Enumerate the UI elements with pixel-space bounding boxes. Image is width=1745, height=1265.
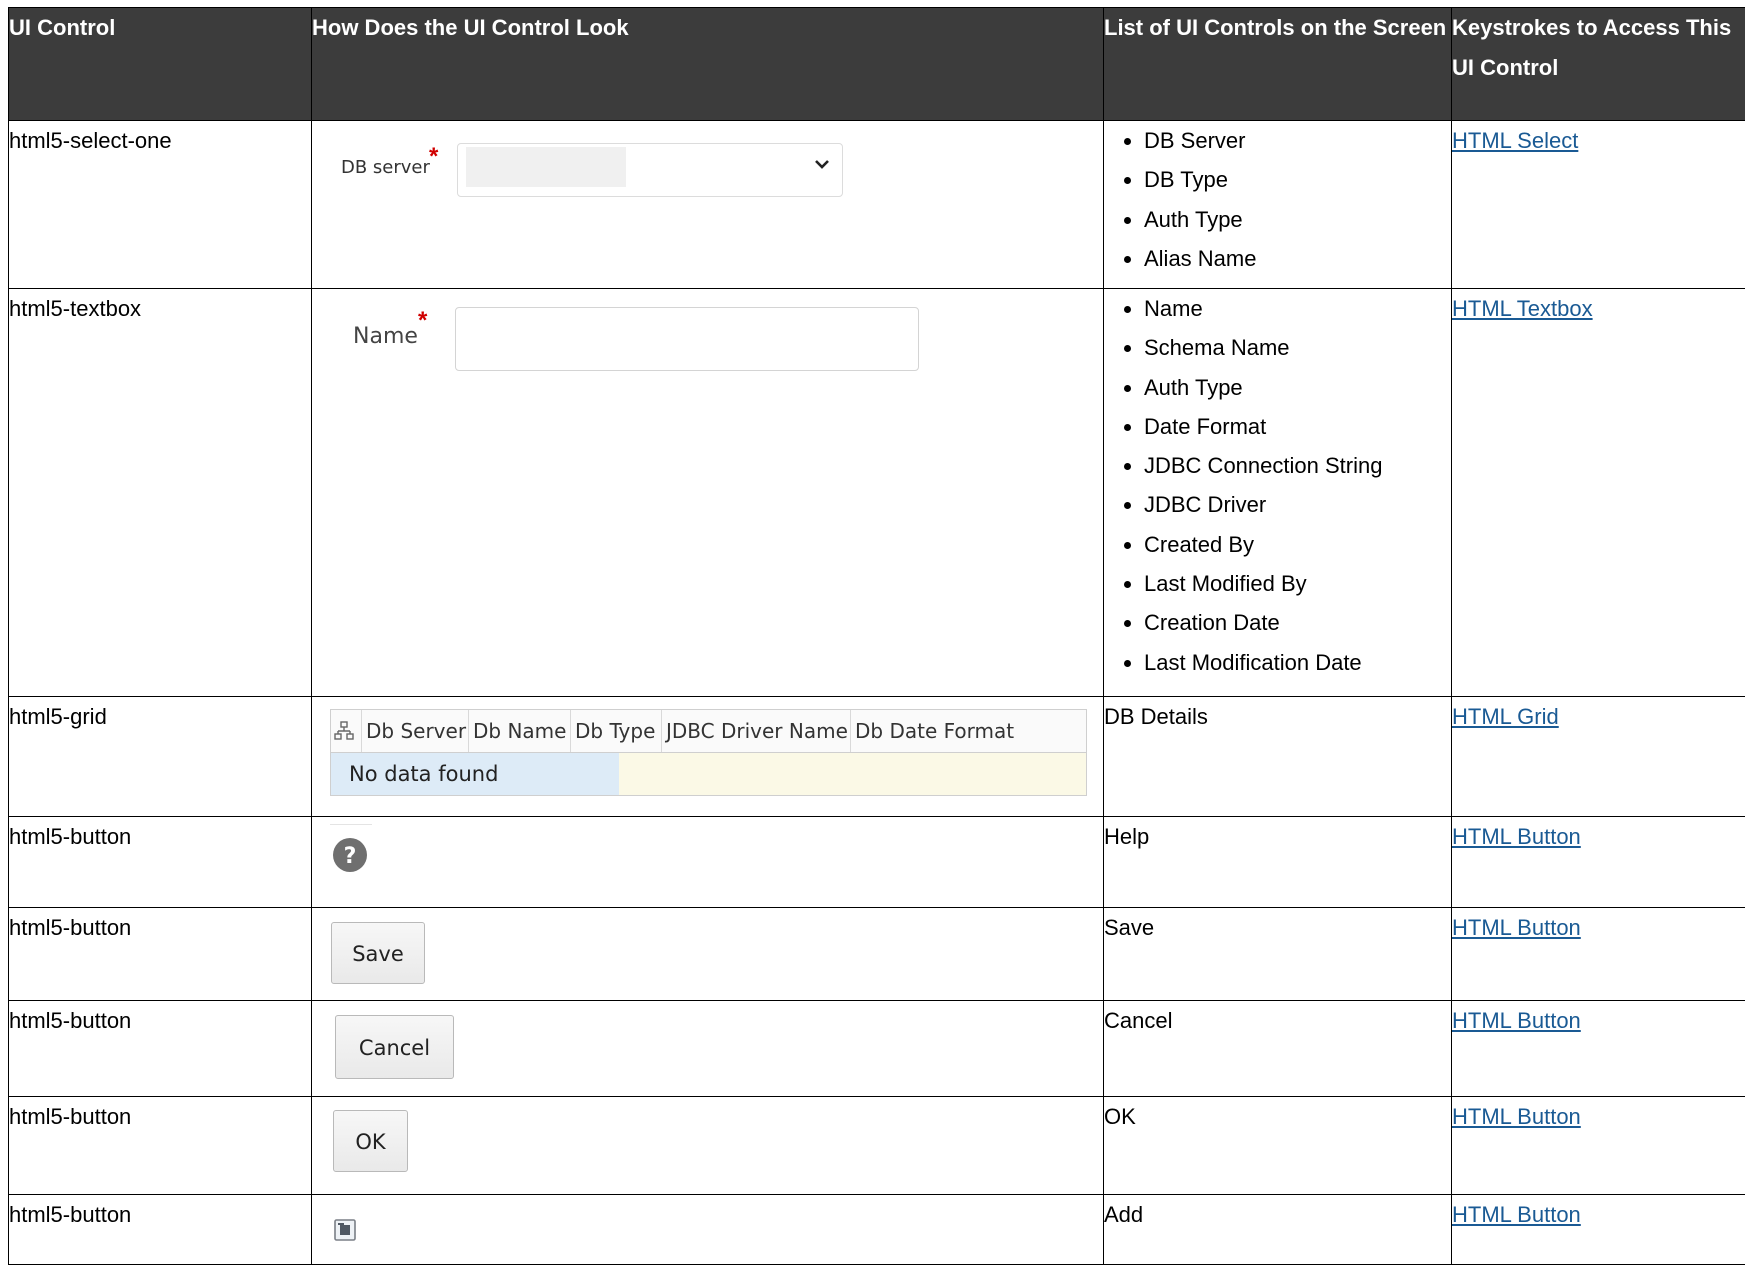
controls-list-cell: Name Schema Name Auth Type Date Format J… [1104, 289, 1452, 697]
cancel-button[interactable]: Cancel [335, 1015, 454, 1079]
control-name: html5-button [9, 908, 312, 1001]
control-preview: OK [312, 1097, 1104, 1195]
list-item: Auth Type [1144, 200, 1451, 239]
add-icon[interactable] [333, 1218, 357, 1242]
html-grid-link[interactable]: HTML Grid [1452, 704, 1559, 729]
header-row: UI Control How Does the UI Control Look … [9, 8, 1745, 121]
controls-list-text: Cancel [1104, 1001, 1452, 1097]
table-row: html5-select-one DB server * DB Server D… [9, 121, 1745, 289]
table-row: html5-button OK OK HTML Button [9, 1097, 1745, 1195]
list-item: Auth Type [1144, 368, 1451, 407]
list-item: Creation Date [1144, 603, 1451, 642]
list-item: Alias Name [1144, 239, 1451, 278]
controls-list-text: Help [1104, 817, 1452, 908]
svg-text:?: ? [344, 844, 357, 869]
controls-list: DB Server DB Type Auth Type Alias Name [1104, 121, 1451, 278]
table-row: html5-button Cancel Cancel HTML Button [9, 1001, 1745, 1097]
table-row: html5-textbox Name * Name Schema Name Au… [9, 289, 1745, 697]
hierarchy-icon [331, 710, 362, 752]
control-name: html5-button [9, 1097, 312, 1195]
html-button-link[interactable]: HTML Button [1452, 1008, 1581, 1033]
controls-list-text: Save [1104, 908, 1452, 1001]
control-name: html5-select-one [9, 121, 312, 289]
table-row: html5-button Save Save HTML Button [9, 908, 1745, 1001]
keystrokes-cell: HTML Grid [1452, 697, 1745, 817]
select-value [466, 147, 626, 187]
control-preview: Name * [312, 289, 1104, 697]
name-textbox[interactable] [455, 307, 919, 371]
controls-list-cell: DB Server DB Type Auth Type Alias Name [1104, 121, 1452, 289]
controls-list-text: DB Details [1104, 697, 1452, 817]
divider [330, 824, 372, 825]
list-item: Schema Name [1144, 328, 1451, 367]
ui-controls-table: UI Control How Does the UI Control Look … [8, 7, 1745, 1265]
keystrokes-cell: HTML Textbox [1452, 289, 1745, 697]
grid-empty-message: No data found [331, 753, 619, 795]
grid-column-header[interactable]: Db Name [469, 710, 571, 752]
required-mark: * [418, 307, 427, 335]
select-label: DB server [341, 157, 430, 178]
html-textbox-link[interactable]: HTML Textbox [1452, 296, 1593, 321]
header-look: How Does the UI Control Look [312, 8, 1104, 121]
grid-column-header[interactable]: Db Server [362, 710, 469, 752]
table-row: html5-grid Db Server Db Name Db Type [9, 697, 1745, 817]
control-preview: Db Server Db Name Db Type JDBC Driver Na… [312, 697, 1104, 817]
keystrokes-cell: HTML Button [1452, 1097, 1745, 1195]
control-preview [312, 1195, 1104, 1265]
grid-body: No data found [331, 753, 1086, 795]
keystrokes-cell: HTML Button [1452, 1001, 1745, 1097]
controls-list-text: OK [1104, 1097, 1452, 1195]
control-name: html5-textbox [9, 289, 312, 697]
controls-list-text: Add [1104, 1195, 1452, 1265]
header-list: List of UI Controls on the Screen [1104, 8, 1452, 121]
list-item: DB Server [1144, 121, 1451, 160]
header-ui-control: UI Control [9, 8, 312, 121]
required-mark: * [429, 143, 438, 171]
control-name: html5-button [9, 1001, 312, 1097]
list-item: Last Modified By [1144, 564, 1451, 603]
control-preview: Save [312, 908, 1104, 1001]
list-item: JDBC Connection String [1144, 446, 1451, 485]
control-name: html5-grid [9, 697, 312, 817]
list-item: Date Format [1144, 407, 1451, 446]
list-item: JDBC Driver [1144, 485, 1451, 524]
keystrokes-cell: HTML Button [1452, 1195, 1745, 1265]
control-preview: Cancel [312, 1001, 1104, 1097]
db-details-grid[interactable]: Db Server Db Name Db Type JDBC Driver Na… [330, 709, 1087, 796]
keystrokes-cell: HTML Button [1452, 817, 1745, 908]
grid-column-header[interactable]: Db Type [571, 710, 662, 752]
list-item: Name [1144, 289, 1451, 328]
table-row: html5-button Add HTML Button [9, 1195, 1745, 1265]
list-item: DB Type [1144, 160, 1451, 199]
grid-column-header[interactable]: Db Date Format [851, 710, 1019, 752]
header-keystrokes: Keystrokes to Access This UI Control [1452, 8, 1745, 121]
grid-column-header[interactable]: JDBC Driver Name [662, 710, 851, 752]
db-server-select[interactable] [457, 143, 843, 197]
list-item: Last Modification Date [1144, 643, 1451, 682]
html-button-link[interactable]: HTML Button [1452, 915, 1581, 940]
html-select-link[interactable]: HTML Select [1452, 128, 1578, 153]
control-name: html5-button [9, 817, 312, 908]
keystrokes-cell: HTML Button [1452, 908, 1745, 1001]
control-preview: ? [312, 817, 1104, 908]
control-name: html5-button [9, 1195, 312, 1265]
html-button-link[interactable]: HTML Button [1452, 1104, 1581, 1129]
list-item: Created By [1144, 525, 1451, 564]
save-button[interactable]: Save [331, 922, 425, 984]
grid-header: Db Server Db Name Db Type JDBC Driver Na… [331, 710, 1086, 753]
ok-button[interactable]: OK [333, 1110, 408, 1172]
controls-list: Name Schema Name Auth Type Date Format J… [1104, 289, 1451, 682]
keystrokes-cell: HTML Select [1452, 121, 1745, 289]
help-icon[interactable]: ? [332, 837, 368, 873]
textbox-label: Name [353, 324, 418, 349]
html-button-link[interactable]: HTML Button [1452, 1202, 1581, 1227]
html-button-link[interactable]: HTML Button [1452, 824, 1581, 849]
control-preview: DB server * [312, 121, 1104, 289]
chevron-down-icon [812, 154, 832, 174]
table-row: html5-button ? Help HTML Button [9, 817, 1745, 908]
